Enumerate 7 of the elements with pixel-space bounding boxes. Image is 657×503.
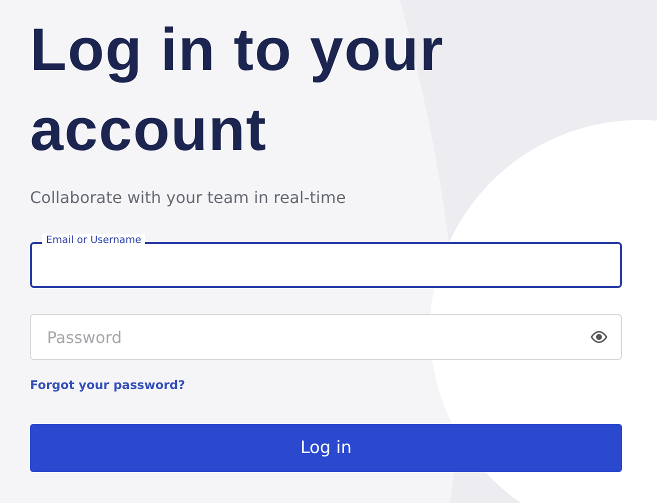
page-heading: Log in to your account bbox=[30, 15, 445, 165]
forgot-password-link[interactable]: Forgot your password? bbox=[30, 378, 186, 392]
subtitle: Collaborate with your team in real-time bbox=[30, 188, 347, 207]
login-button[interactable]: Log in bbox=[30, 424, 622, 472]
eye-icon[interactable] bbox=[590, 328, 608, 346]
password-field[interactable]: Password bbox=[30, 314, 622, 360]
username-field[interactable] bbox=[30, 242, 622, 288]
